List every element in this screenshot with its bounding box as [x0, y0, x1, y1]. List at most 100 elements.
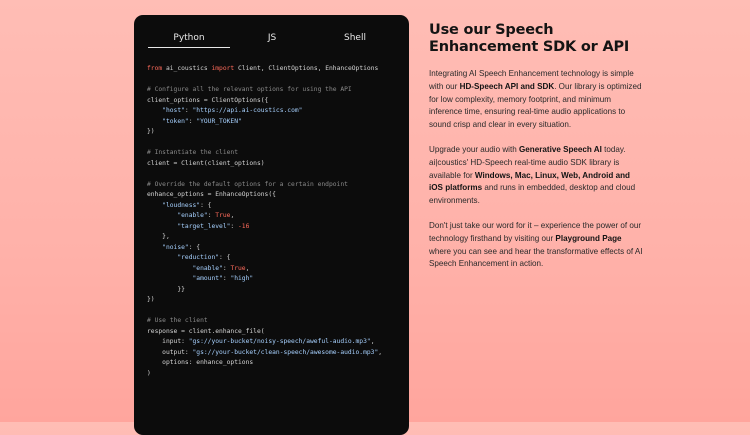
- tab-python[interactable]: Python: [148, 33, 230, 48]
- paragraph-playground: Don't just take our word for it – experi…: [429, 220, 644, 271]
- code-line: # Configure all the relevant options for…: [147, 85, 405, 96]
- code-token: : {: [188, 243, 201, 251]
- code-token: # Instantiate the client: [147, 149, 238, 156]
- code-token: },: [147, 233, 170, 240]
- code-line: }): [147, 295, 405, 306]
- code-line: client_options = ClientOptions({: [147, 96, 405, 107]
- playground-link[interactable]: Playground Page: [555, 234, 621, 243]
- code-line: "target_level": -16: [147, 222, 405, 233]
- code-token: "reduction": [177, 254, 220, 261]
- code-token: # Configure all the relevant options for…: [147, 86, 352, 93]
- code-token: "gs://your-bucket/noisy-speech/aweful-au…: [188, 338, 371, 345]
- paragraph-sdk: Integrating AI Speech Enhancement techno…: [429, 68, 644, 132]
- text: where you can see and hear the transform…: [429, 246, 643, 269]
- code-token: "noise": [162, 243, 189, 251]
- code-line: enhance_options = EnhanceOptions({: [147, 190, 405, 201]
- tab-js[interactable]: JS: [231, 33, 313, 43]
- highlight: Generative Speech AI: [518, 144, 602, 154]
- code-token: ai_coustics: [162, 65, 212, 72]
- code-line: # Override the default options for a cer…: [147, 180, 405, 191]
- code-line: }): [147, 127, 405, 138]
- code-line: # Use the client: [147, 316, 405, 327]
- code-token: }}: [147, 285, 185, 293]
- code-token: # Use the client: [147, 317, 208, 324]
- tab-shell[interactable]: Shell: [314, 33, 396, 43]
- code-token: ,: [245, 264, 250, 272]
- code-token: }): [147, 296, 155, 303]
- highlight: HD-Speech API and SDK: [459, 81, 555, 91]
- code-panel: Python JS Shell from ai_coustics import …: [134, 15, 409, 435]
- code-line: "host": "https://api.ai-coustics.com": [147, 106, 405, 117]
- code-token: "high": [230, 275, 254, 282]
- code-token: }): [147, 128, 155, 135]
- code-token: Client, ClientOptions, EnhanceOptions: [234, 65, 379, 72]
- code-token: "token": [162, 117, 189, 125]
- code-token: "loudness": [162, 201, 201, 209]
- code-token: ): [147, 369, 151, 377]
- code-token: ,: [378, 348, 383, 356]
- code-token: "target_level": [177, 222, 231, 230]
- code-token: client = Client(client_options): [147, 159, 265, 167]
- code-token: "enable": [192, 264, 223, 272]
- code-token: "https://api.ai-coustics.com": [192, 107, 303, 114]
- code-token: "amount": [192, 275, 223, 282]
- code-line: "amount": "high": [147, 274, 405, 285]
- title-line-1: Use our Speech: [429, 22, 554, 38]
- code-token: :: [184, 107, 193, 114]
- code-token: ,: [230, 212, 235, 219]
- code-token: True: [230, 264, 246, 272]
- code-line: },: [147, 232, 405, 243]
- code-token: "YOUR_TOKEN": [196, 117, 242, 125]
- code-line: "enable": True,: [147, 264, 405, 275]
- language-tabs: Python JS Shell: [148, 15, 396, 50]
- code-token: options: enhance_options: [147, 359, 254, 366]
- code-token: import: [211, 65, 235, 72]
- title-line-2: Enhancement SDK or API: [429, 39, 630, 55]
- code-line: input: "gs://your-bucket/noisy-speech/aw…: [147, 337, 405, 348]
- code-token: : {: [219, 254, 231, 261]
- code-token: output:: [147, 348, 193, 356]
- page-title: Use our Speech Enhancement SDK or API: [429, 22, 644, 56]
- code-line: "loudness": {: [147, 201, 405, 212]
- code-token: # Override the default options for a cer…: [147, 180, 348, 188]
- code-token: client_options = ClientOptions({: [147, 96, 269, 104]
- code-token: response = client.enhance_file(: [147, 327, 265, 335]
- code-line: # Instantiate the client: [147, 148, 405, 159]
- code-line: ): [147, 369, 405, 380]
- code-token: -16: [238, 222, 250, 230]
- code-line: "noise": {: [147, 243, 405, 254]
- code-token: from: [147, 65, 163, 72]
- code-line: from ai_coustics import Client, ClientOp…: [147, 64, 405, 75]
- code-token: input:: [147, 338, 189, 345]
- text: Upgrade your audio with: [429, 144, 519, 154]
- code-snippet: from ai_coustics import Client, ClientOp…: [147, 64, 405, 379]
- code-token: :: [230, 222, 239, 230]
- code-token: "enable": [177, 212, 208, 219]
- code-line: "enable": True,: [147, 211, 405, 222]
- code-token: ,: [370, 338, 375, 345]
- code-token: enhance_options = EnhanceOptions({: [147, 191, 276, 198]
- code-token: : {: [200, 201, 212, 209]
- code-line: "reduction": {: [147, 253, 405, 264]
- code-line: response = client.enhance_file(: [147, 327, 405, 338]
- paragraph-platforms: Upgrade your audio with Generative Speec…: [429, 144, 644, 208]
- code-line: output: "gs://your-bucket/clean-speech/a…: [147, 348, 405, 359]
- code-line: "token": "YOUR_TOKEN": [147, 117, 405, 128]
- article: Use our Speech Enhancement SDK or API In…: [429, 22, 644, 283]
- code-token: "host": [162, 107, 185, 114]
- code-token: "gs://your-bucket/clean-speech/awesome-a…: [192, 348, 379, 356]
- code-token: True: [215, 212, 231, 219]
- code-line: options: enhance_options: [147, 358, 405, 369]
